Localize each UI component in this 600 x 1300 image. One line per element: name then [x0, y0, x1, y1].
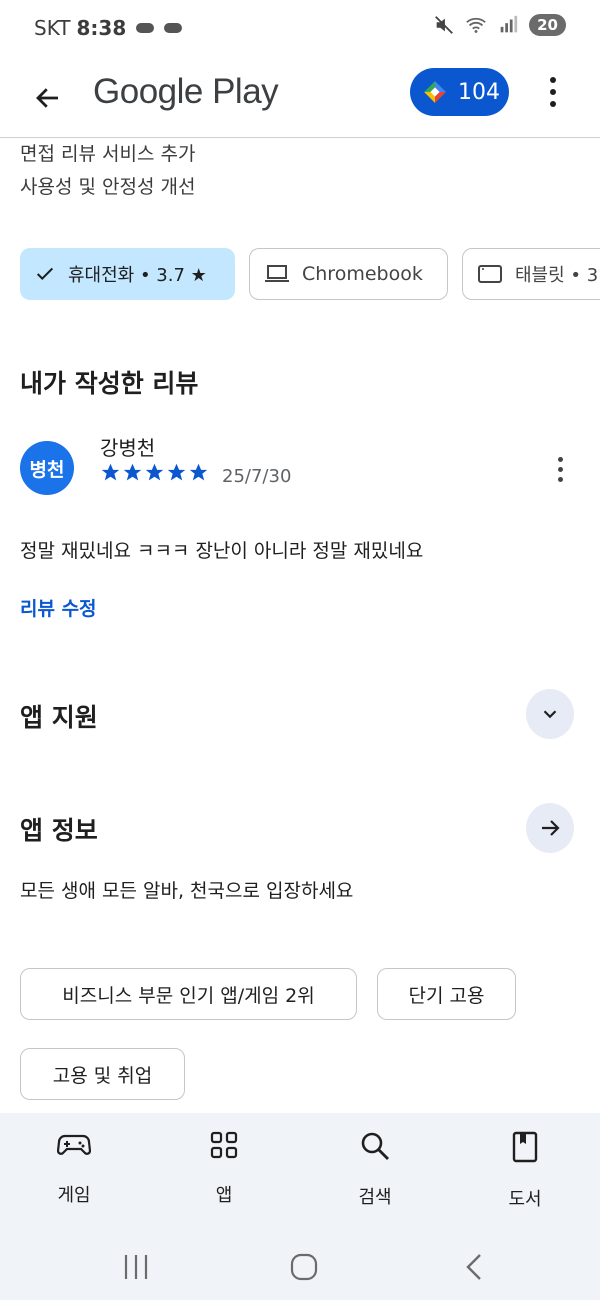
app-info-arrow-button[interactable] [526, 803, 574, 853]
more-vert-icon [557, 456, 563, 462]
nav-label-books: 도서 [508, 1189, 542, 1210]
search-icon [361, 1132, 389, 1160]
nav-label-games: 게임 [57, 1185, 91, 1206]
book-icon [512, 1131, 538, 1163]
star-icon [123, 463, 142, 481]
home-icon [290, 1253, 318, 1281]
star-icon [101, 463, 120, 481]
system-navigation-bar [0, 1233, 600, 1300]
more-vert-dot [557, 476, 563, 482]
more-options-button[interactable] [536, 70, 570, 114]
nav-label-apps: 앱 [215, 1185, 233, 1206]
chip-chromebook[interactable]: Chromebook [249, 248, 448, 300]
app-description: 모든 생애 모든 알바, 천국으로 입장하세요 [20, 880, 354, 902]
status-left: SKT 8:38 [34, 16, 183, 40]
whats-new-line: 사용성 및 안정성 개선 [20, 176, 196, 198]
chevron-left-icon [466, 1254, 481, 1280]
star-icon [145, 463, 164, 481]
arrow-left-icon [36, 88, 58, 108]
recent-apps-button[interactable] [118, 1247, 154, 1287]
avatar: 병천 [20, 441, 74, 495]
device-filter-chips: 휴대전화 • 3.7 ★ Chromebook 태블릿 • 3. [20, 248, 600, 302]
nav-item-books[interactable]: 도서 [475, 1131, 575, 1211]
laptop-icon [265, 265, 289, 282]
apps-grid-icon [210, 1131, 238, 1159]
chip-phone-label: 휴대전화 • 3.7 ★ [68, 265, 207, 286]
star-icon [189, 463, 208, 481]
app-support-expand-button[interactable] [526, 689, 574, 739]
review-more-button[interactable] [546, 452, 574, 486]
status-right: 20 [433, 14, 566, 36]
status-bar: SKT 8:38 20 [0, 0, 600, 58]
app-bar: Google Play 104 [0, 58, 600, 138]
gamepad-icon [57, 1134, 91, 1155]
chip-chromebook-label: Chromebook [302, 263, 423, 285]
play-points-icon [424, 81, 446, 103]
more-vert-dot [557, 466, 563, 472]
chip-phone[interactable]: 휴대전화 • 3.7 ★ [20, 248, 235, 300]
whats-new-text: 면접 리뷰 서비스 추가 사용성 및 안정성 개선 [20, 138, 195, 204]
chevron-down-icon [543, 710, 557, 719]
back-button[interactable] [26, 76, 70, 120]
star-icon [167, 463, 186, 481]
star-rating [100, 462, 209, 483]
mute-icon [435, 16, 454, 34]
carrier-label: SKT [34, 16, 71, 40]
chip-tablet[interactable]: 태블릿 • 3. [462, 248, 600, 300]
nav-item-games[interactable]: 게임 [24, 1131, 124, 1207]
cloud-icon-2 [164, 23, 183, 33]
signal-icon [500, 15, 518, 33]
nav-label-search: 검색 [358, 1187, 392, 1208]
app-title: Google Play [93, 72, 279, 111]
bottom-navigation: 게임 앱 검색 도서 [0, 1113, 600, 1233]
recent-apps-icon [124, 1255, 148, 1279]
my-review-heading: 내가 작성한 리뷰 [20, 369, 199, 398]
battery-badge: 20 [529, 14, 566, 36]
edit-review-link[interactable]: 리뷰 수정 [20, 594, 97, 621]
cloud-icon [136, 23, 155, 33]
nav-item-search[interactable]: 검색 [325, 1131, 425, 1209]
tablet-icon [478, 265, 502, 283]
chip-tablet-label: 태블릿 • 3. [515, 265, 600, 286]
more-vert-dot [550, 101, 556, 107]
app-info-heading: 앱 정보 [20, 816, 98, 845]
more-vert-dot [550, 89, 556, 95]
check-icon [36, 267, 54, 281]
clock: 8:38 [76, 16, 127, 40]
arrow-right-icon [542, 820, 560, 836]
tag-chip[interactable]: 고용 및 취업 [20, 1048, 185, 1100]
play-points-chip[interactable]: 104 [410, 68, 509, 116]
system-back-button[interactable] [456, 1247, 492, 1287]
tag-chip[interactable]: 단기 고용 [377, 968, 516, 1020]
review-text: 정말 재밌네요 ㅋㅋㅋ 장난이 아니라 정말 재밌네요 [20, 540, 424, 562]
wifi-icon [466, 17, 486, 33]
app-support-heading: 앱 지원 [20, 703, 98, 732]
review-date: 25/7/30 [222, 466, 292, 487]
tag-chip[interactable]: 비즈니스 부문 인기 앱/게임 2위 [20, 968, 357, 1020]
whats-new-line: 면접 리뷰 서비스 추가 [20, 143, 196, 165]
points-count: 104 [458, 79, 500, 105]
nav-item-apps[interactable]: 앱 [174, 1131, 274, 1207]
home-button[interactable] [284, 1247, 324, 1287]
reviewer-name: 강병천 [100, 436, 156, 460]
more-vert-icon [550, 77, 556, 83]
